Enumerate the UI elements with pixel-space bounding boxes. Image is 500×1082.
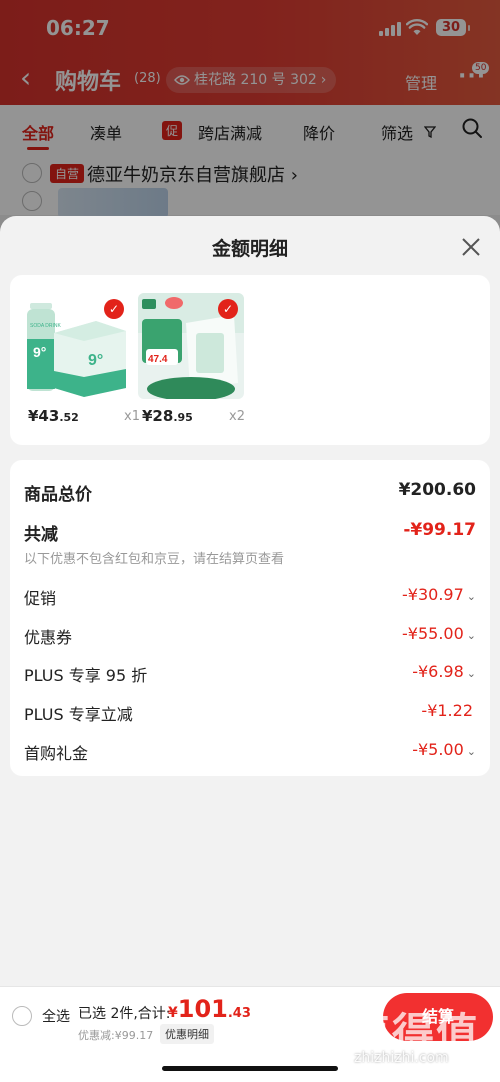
plus-discount-label: PLUS 专享 95 折 bbox=[24, 666, 148, 685]
selected-summary: 已选 2件,合计: bbox=[78, 1006, 171, 1022]
selected-items-card: 9° 9° SODA DRINK ✓ ¥43.52 x1 47.4 ✓ ¥28.… bbox=[10, 275, 490, 445]
coupon-value: -¥55.00 bbox=[402, 624, 464, 643]
coupon-label: 优惠券 bbox=[24, 628, 73, 647]
selected-item[interactable]: 9° 9° SODA DRINK ✓ ¥43.52 x1 bbox=[24, 293, 140, 425]
first-purchase-label: 首购礼金 bbox=[24, 744, 89, 763]
svg-text:9°: 9° bbox=[33, 344, 46, 360]
watermark-url: zhizhizhi.com bbox=[354, 1050, 449, 1066]
reduce-total-row: 共减 -¥99.17 bbox=[24, 520, 476, 545]
reduce-total-value: -¥99.17 bbox=[403, 520, 476, 540]
item-price: ¥28.95 bbox=[142, 407, 193, 425]
close-icon[interactable] bbox=[458, 234, 484, 260]
goods-total-value: ¥200.60 bbox=[398, 480, 476, 500]
promo-label: 促销 bbox=[24, 589, 57, 608]
amount-detail-sheet: 金额明细 9° 9° SODA DRINK ✓ ¥43.52 x1 47.4 ✓… bbox=[0, 216, 500, 1082]
price-breakdown-card: 商品总价 ¥200.60 共减 -¥99.17 以下优惠不包含红包和京豆，请在结… bbox=[10, 460, 490, 776]
discount-note: 以下优惠不包含红包和京豆，请在结算页查看 bbox=[24, 552, 285, 567]
chevron-down-icon: ⌄ bbox=[466, 745, 476, 758]
product-image-soda: 9° 9° SODA DRINK ✓ bbox=[24, 293, 130, 399]
plus-reduce-row: PLUS 专享立减 -¥1.22 bbox=[24, 701, 476, 725]
discount-summary: 优惠减:¥99.17 bbox=[78, 1029, 154, 1042]
svg-text:SODA DRINK: SODA DRINK bbox=[30, 323, 62, 329]
promo-row[interactable]: 促销 -¥30.97 ⌄ bbox=[24, 585, 476, 609]
checked-icon: ✓ bbox=[218, 299, 238, 319]
select-all-checkbox[interactable] bbox=[12, 1006, 32, 1026]
plus-discount-row[interactable]: PLUS 专享 95 折 -¥6.98 ⌄ bbox=[24, 662, 476, 686]
promo-value: -¥30.97 bbox=[402, 585, 464, 604]
first-purchase-value: -¥5.00 bbox=[412, 740, 464, 759]
first-purchase-row[interactable]: 首购礼金 -¥5.00 ⌄ bbox=[24, 740, 476, 764]
product-image-milk: 47.4 ✓ bbox=[138, 293, 244, 399]
chevron-down-icon: ⌄ bbox=[466, 629, 476, 642]
select-all-label[interactable]: 全选 bbox=[42, 1006, 70, 1026]
selected-item[interactable]: 47.4 ✓ ¥28.95 x2 bbox=[138, 293, 245, 425]
chevron-down-icon: ⌄ bbox=[466, 667, 476, 680]
plus-reduce-label: PLUS 专享立减 bbox=[24, 705, 133, 724]
plus-discount-value: -¥6.98 bbox=[412, 662, 464, 681]
svg-text:47.4: 47.4 bbox=[148, 354, 168, 365]
reduce-total-label: 共减 bbox=[24, 525, 58, 545]
item-quantity: x2 bbox=[229, 409, 245, 424]
item-price: ¥43.52 bbox=[28, 407, 79, 425]
goods-total-label: 商品总价 bbox=[24, 485, 92, 505]
coupon-row[interactable]: 优惠券 -¥55.00 ⌄ bbox=[24, 624, 476, 648]
goods-total-row: 商品总价 ¥200.60 bbox=[24, 480, 476, 505]
item-quantity: x1 bbox=[124, 409, 140, 424]
discount-detail-button[interactable]: 优惠明细 bbox=[160, 1024, 214, 1044]
sheet-title: 金额明细 bbox=[211, 238, 288, 260]
chevron-down-icon: ⌄ bbox=[466, 590, 476, 603]
total-price: ¥101.43 bbox=[168, 995, 251, 1023]
home-indicator[interactable] bbox=[162, 1066, 338, 1071]
svg-text:9°: 9° bbox=[88, 352, 103, 369]
plus-reduce-value: -¥1.22 bbox=[421, 701, 473, 720]
checked-icon: ✓ bbox=[104, 299, 124, 319]
